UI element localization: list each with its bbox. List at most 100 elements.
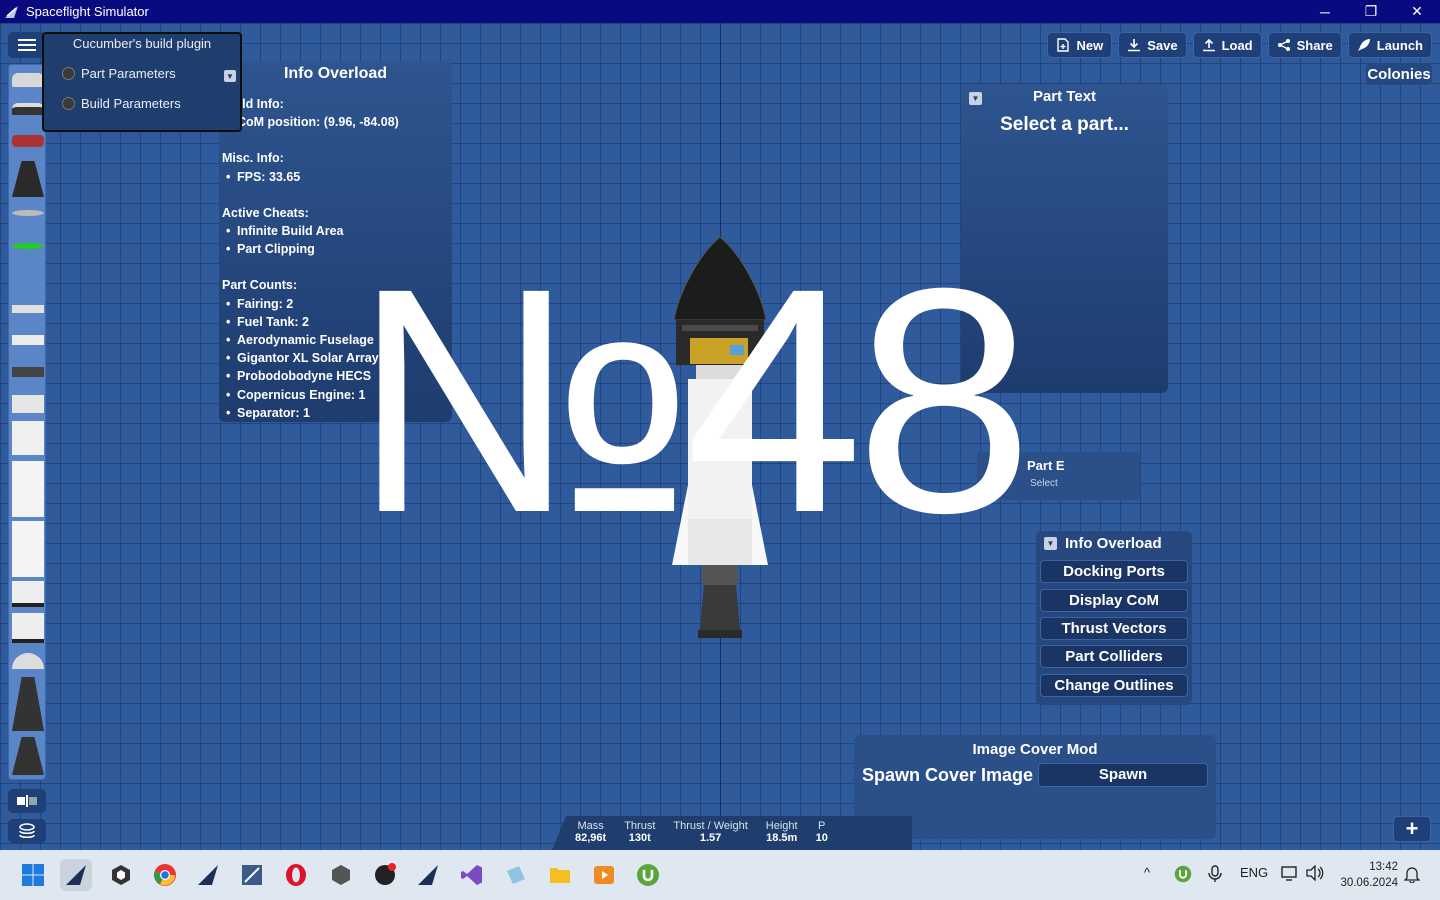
taskbar-utorrent-icon[interactable] bbox=[632, 859, 664, 891]
colonies-button[interactable]: Colonies bbox=[1366, 63, 1432, 85]
part-thumb-wing[interactable] bbox=[12, 210, 44, 216]
info-overload-title: Info Overload bbox=[283, 65, 388, 82]
new-button[interactable]: New bbox=[1047, 32, 1113, 58]
part-thumb-heatshield[interactable] bbox=[12, 367, 44, 377]
plugin-dropdown[interactable]: Cucumber's build plugin Part Parameters … bbox=[42, 32, 242, 132]
minimize-button[interactable]: ─ bbox=[1302, 0, 1348, 23]
build-info-heading: Build Info: bbox=[222, 97, 284, 111]
thrust-vectors-button[interactable]: Thrust Vectors bbox=[1040, 617, 1188, 640]
launch-button[interactable]: Launch bbox=[1347, 32, 1432, 58]
radio-icon bbox=[62, 67, 75, 80]
windows-taskbar: ^ ENG 13:42 30.06.2024 bbox=[0, 850, 1440, 900]
chevron-down-icon[interactable]: ▼ bbox=[224, 70, 236, 82]
download-icon bbox=[1128, 39, 1141, 52]
taskbar-sfs4-icon[interactable] bbox=[412, 859, 444, 891]
part-thumb-fairing-l[interactable] bbox=[12, 613, 44, 643]
restore-button[interactable]: ❐ bbox=[1348, 0, 1394, 23]
part-thumb-dome[interactable] bbox=[12, 653, 44, 669]
chevron-up-icon[interactable]: ^ bbox=[1144, 865, 1150, 880]
com-position: CoM position: (9.96, -84.08) bbox=[222, 113, 399, 131]
share-button[interactable]: Share bbox=[1267, 32, 1342, 58]
option-label: Build Parameters bbox=[81, 96, 181, 111]
misc-info-heading: Misc. Info: bbox=[222, 151, 284, 166]
taskbar-clock[interactable]: 13:42 30.06.2024 bbox=[1340, 859, 1398, 891]
part-thumb-nose[interactable] bbox=[12, 161, 44, 197]
taskbar-media-player-icon[interactable] bbox=[588, 859, 620, 891]
hamburger-menu-button[interactable] bbox=[8, 32, 46, 58]
part-editor-title: Part E bbox=[1027, 458, 1065, 473]
taskbar-sfs3-icon[interactable] bbox=[236, 859, 268, 891]
taskbar-sfs2-icon[interactable] bbox=[192, 859, 224, 891]
part-thumb-fairing[interactable] bbox=[12, 581, 44, 607]
fps-readout: FPS: 33.65 bbox=[222, 168, 399, 186]
part-colliders-button[interactable]: Part Colliders bbox=[1040, 645, 1188, 668]
rocket-icon bbox=[1357, 39, 1370, 51]
taskbar-unity-icon[interactable] bbox=[105, 859, 137, 891]
language-indicator[interactable]: ENG bbox=[1240, 865, 1268, 880]
load-button[interactable]: Load bbox=[1192, 32, 1262, 58]
part-thumb-separator[interactable] bbox=[12, 335, 44, 345]
volume-icon[interactable] bbox=[1306, 864, 1324, 884]
part-thumb-solar[interactable] bbox=[12, 243, 44, 249]
stat-twr: Thrust / Weight 1.57 bbox=[673, 820, 748, 844]
display-com-button[interactable]: Display CoM bbox=[1040, 589, 1188, 612]
stat-height: Height 18.5m bbox=[765, 820, 798, 844]
info-overload-menu: ▼ Info Overload Docking Ports Display Co… bbox=[1036, 531, 1192, 705]
share-icon bbox=[1277, 39, 1290, 51]
symmetry-toggle-icon[interactable] bbox=[8, 789, 46, 813]
parts-sidebar[interactable] bbox=[8, 64, 46, 780]
docking-ports-button[interactable]: Docking Ports bbox=[1040, 560, 1188, 583]
taskbar-visual-studio-icon[interactable] bbox=[456, 859, 488, 891]
part-thumb-tank-s[interactable] bbox=[12, 395, 44, 413]
part-text-title: Part Text bbox=[1032, 88, 1097, 105]
taskbar-chrome-icon[interactable] bbox=[149, 859, 181, 891]
part-thumb-tank-l[interactable] bbox=[12, 461, 44, 517]
notification-bell-icon[interactable] bbox=[1403, 865, 1421, 886]
layers-icon[interactable] bbox=[8, 819, 46, 843]
upload-icon bbox=[1202, 38, 1215, 52]
plugin-title: Cucumber's build plugin bbox=[72, 36, 212, 51]
app-icon bbox=[5, 5, 18, 18]
taskbar-file-explorer-icon[interactable] bbox=[544, 859, 576, 891]
microphone-icon[interactable] bbox=[1208, 865, 1222, 886]
build-parameters-option[interactable]: Build Parameters bbox=[62, 96, 181, 111]
new-file-icon bbox=[1057, 38, 1070, 52]
part-thumb-capsule[interactable] bbox=[12, 73, 44, 87]
part-parameters-option[interactable]: Part Parameters bbox=[62, 66, 176, 81]
part-editor-subtitle: Select bbox=[1030, 478, 1058, 489]
taskbar-app-icon[interactable] bbox=[500, 859, 532, 891]
option-label: Part Parameters bbox=[81, 66, 176, 81]
part-thumb-engine-a[interactable] bbox=[12, 677, 44, 731]
share-label: Share bbox=[1296, 37, 1333, 53]
spawn-button[interactable]: Spawn bbox=[1038, 763, 1208, 787]
start-button[interactable] bbox=[17, 859, 49, 891]
taskbar-unity-hub-icon[interactable] bbox=[325, 859, 357, 891]
part-thumb-tank-m[interactable] bbox=[12, 421, 44, 455]
taskbar-sfs-icon[interactable] bbox=[60, 859, 92, 891]
collapse-triangle-icon[interactable]: ▼ bbox=[1044, 537, 1057, 550]
number-watermark: №48 bbox=[350, 221, 1033, 579]
utorrent-tray-icon[interactable] bbox=[1174, 865, 1192, 886]
network-icon[interactable] bbox=[1281, 865, 1299, 884]
window-title: Spaceflight Simulator bbox=[26, 4, 149, 19]
clock-date: 30.06.2024 bbox=[1340, 877, 1398, 889]
save-button[interactable]: Save bbox=[1118, 32, 1187, 58]
part-thumb-pod[interactable] bbox=[12, 135, 44, 147]
part-thumb-probe[interactable] bbox=[12, 103, 44, 115]
new-label: New bbox=[1076, 37, 1104, 53]
taskbar-opera-icon[interactable] bbox=[280, 859, 312, 891]
stat-parts: P 10 bbox=[815, 820, 828, 844]
change-outlines-button[interactable]: Change Outlines bbox=[1040, 674, 1188, 697]
add-button[interactable]: + bbox=[1393, 816, 1431, 842]
info-overload-menu-title: Info Overload bbox=[1065, 535, 1162, 552]
taskbar-obs-icon[interactable] bbox=[369, 859, 401, 891]
info-overload-menu-header[interactable]: ▼ Info Overload bbox=[1044, 535, 1162, 552]
image-cover-title: Image Cover Mod bbox=[972, 741, 1098, 758]
top-toolbar: New Save Load Share Launch bbox=[1047, 32, 1432, 58]
part-thumb-tank-xl[interactable] bbox=[12, 521, 44, 577]
part-thumb-dock[interactable] bbox=[12, 305, 44, 313]
build-canvas[interactable]: Info Overload Build Info: CoM position: … bbox=[0, 23, 1440, 850]
part-thumb-engine-b[interactable] bbox=[12, 737, 44, 775]
close-button[interactable]: ✕ bbox=[1394, 0, 1440, 23]
launch-label: Launch bbox=[1376, 37, 1423, 53]
